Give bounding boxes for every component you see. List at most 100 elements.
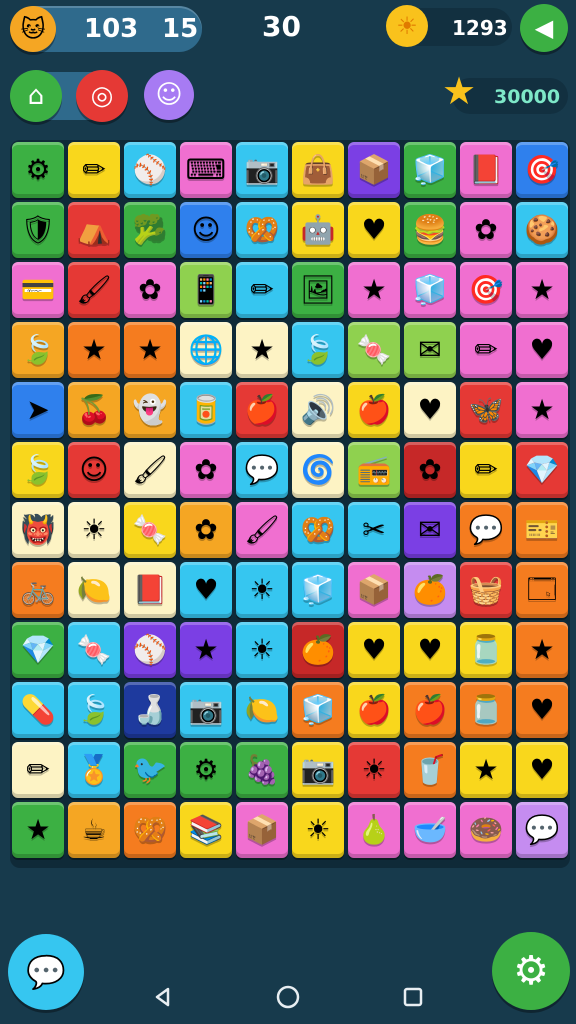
board-tile[interactable]: ⚾: [124, 142, 176, 198]
board-tile[interactable]: 🦋: [460, 382, 512, 438]
board-tile[interactable]: 💎: [12, 622, 64, 678]
board-tile[interactable]: 📱: [180, 262, 232, 318]
board-tile[interactable]: ♥: [404, 382, 456, 438]
board-tile[interactable]: ⚙: [180, 742, 232, 798]
board-tile[interactable]: 📕: [460, 142, 512, 198]
board-tile[interactable]: 🍐: [348, 802, 400, 858]
board-tile[interactable]: 📚: [180, 802, 232, 858]
board-tile[interactable]: ★: [68, 322, 120, 378]
board-tile[interactable]: ✏: [12, 742, 64, 798]
board-tile[interactable]: 🍬: [68, 622, 120, 678]
chat-button[interactable]: 💬: [8, 934, 84, 1010]
board-tile[interactable]: 👜: [292, 142, 344, 198]
board-tile[interactable]: 🥤: [404, 742, 456, 798]
board-tile[interactable]: 💎: [516, 442, 568, 498]
board-tile[interactable]: ✏: [460, 322, 512, 378]
board-tile[interactable]: ★: [516, 382, 568, 438]
board-tile[interactable]: ☀: [348, 742, 400, 798]
board-tile[interactable]: 🌀: [292, 442, 344, 498]
board-tile[interactable]: 🎯: [516, 142, 568, 198]
nav-recents-button[interactable]: [398, 982, 428, 1012]
nav-back-button[interactable]: [148, 982, 178, 1012]
board-tile[interactable]: 🫙: [460, 622, 512, 678]
board-tile[interactable]: ★: [516, 622, 568, 678]
board-tile[interactable]: 🍔: [404, 202, 456, 258]
board-tile[interactable]: 🚲: [12, 562, 64, 618]
board-tile[interactable]: ☀: [236, 562, 288, 618]
board-tile[interactable]: 🗔: [516, 562, 568, 618]
board-tile[interactable]: 🍎: [404, 682, 456, 738]
board-tile[interactable]: 🖌: [68, 262, 120, 318]
board-tile[interactable]: 👹: [12, 502, 64, 558]
board-tile[interactable]: 🍃: [68, 682, 120, 738]
board-tile[interactable]: ⚙: [12, 142, 64, 198]
board-tile[interactable]: ✿: [404, 442, 456, 498]
board-tile[interactable]: 🖼: [292, 262, 344, 318]
board-tile[interactable]: 📷: [180, 682, 232, 738]
board-tile[interactable]: 🧺: [460, 562, 512, 618]
board-tile[interactable]: 🍋: [68, 562, 120, 618]
board-tile[interactable]: ♥: [180, 562, 232, 618]
board-tile[interactable]: 🤖: [292, 202, 344, 258]
board-tile[interactable]: 📕: [124, 562, 176, 618]
board-tile[interactable]: ★: [348, 262, 400, 318]
board-tile[interactable]: 🍊: [404, 562, 456, 618]
board-tile[interactable]: 💬: [460, 502, 512, 558]
board-tile[interactable]: ✿: [460, 202, 512, 258]
board-tile[interactable]: 🥨: [236, 202, 288, 258]
board-tile[interactable]: 🍎: [236, 382, 288, 438]
board-tile[interactable]: ⚾: [124, 622, 176, 678]
board-tile[interactable]: 🎯: [460, 262, 512, 318]
board-tile[interactable]: ⌨: [180, 142, 232, 198]
board-tile[interactable]: 💬: [236, 442, 288, 498]
board-tile[interactable]: 🖌: [236, 502, 288, 558]
board-tile[interactable]: ♥: [348, 202, 400, 258]
board-tile[interactable]: 🍃: [292, 322, 344, 378]
board-tile[interactable]: ♥: [404, 622, 456, 678]
board-tile[interactable]: ✏: [460, 442, 512, 498]
board-tile[interactable]: 🥣: [404, 802, 456, 858]
board-tile[interactable]: 🫙: [460, 682, 512, 738]
board-tile[interactable]: ☀: [68, 502, 120, 558]
board-tile[interactable]: ✿: [180, 442, 232, 498]
board-tile[interactable]: 💬: [516, 802, 568, 858]
board-tile[interactable]: 🥫: [180, 382, 232, 438]
board-tile[interactable]: 🧊: [292, 562, 344, 618]
board-tile[interactable]: ☀: [292, 802, 344, 858]
board-tile[interactable]: 🔊: [292, 382, 344, 438]
board-tile[interactable]: 📷: [236, 142, 288, 198]
board-tile[interactable]: 🍩: [460, 802, 512, 858]
board-tile[interactable]: 💳: [12, 262, 64, 318]
board-tile[interactable]: 🧊: [404, 262, 456, 318]
board-tile[interactable]: ➤: [12, 382, 64, 438]
home-button[interactable]: ⌂: [10, 70, 62, 122]
board-tile[interactable]: 📦: [348, 142, 400, 198]
smiley-booster-button[interactable]: ☺: [144, 70, 194, 120]
board-tile[interactable]: 🧊: [404, 142, 456, 198]
nav-home-button[interactable]: [273, 982, 303, 1012]
board-tile[interactable]: ♥: [516, 742, 568, 798]
settings-button[interactable]: ⚙: [492, 932, 570, 1010]
board-tile[interactable]: ★: [124, 322, 176, 378]
back-button[interactable]: ◀: [520, 4, 568, 52]
board-tile[interactable]: ✿: [180, 502, 232, 558]
board-tile[interactable]: 🍃: [12, 322, 64, 378]
board-tile[interactable]: ★: [460, 742, 512, 798]
board-tile[interactable]: ★: [236, 322, 288, 378]
board-tile[interactable]: ☺: [180, 202, 232, 258]
board-tile[interactable]: ☕: [68, 802, 120, 858]
board-tile[interactable]: 🍒: [68, 382, 120, 438]
board-tile[interactable]: ✂: [348, 502, 400, 558]
board-tile[interactable]: ★: [180, 622, 232, 678]
board-tile[interactable]: 🍎: [348, 382, 400, 438]
board-tile[interactable]: ✉: [404, 322, 456, 378]
board-tile[interactable]: ✏: [236, 262, 288, 318]
board-tile[interactable]: 🏅: [68, 742, 120, 798]
board-tile[interactable]: 🐦: [124, 742, 176, 798]
board-tile[interactable]: 🧊: [292, 682, 344, 738]
board-tile[interactable]: 🥨: [124, 802, 176, 858]
board-tile[interactable]: 🌐: [180, 322, 232, 378]
board-tile[interactable]: 📦: [236, 802, 288, 858]
board-tile[interactable]: 🍎: [348, 682, 400, 738]
board-tile[interactable]: ★: [516, 262, 568, 318]
